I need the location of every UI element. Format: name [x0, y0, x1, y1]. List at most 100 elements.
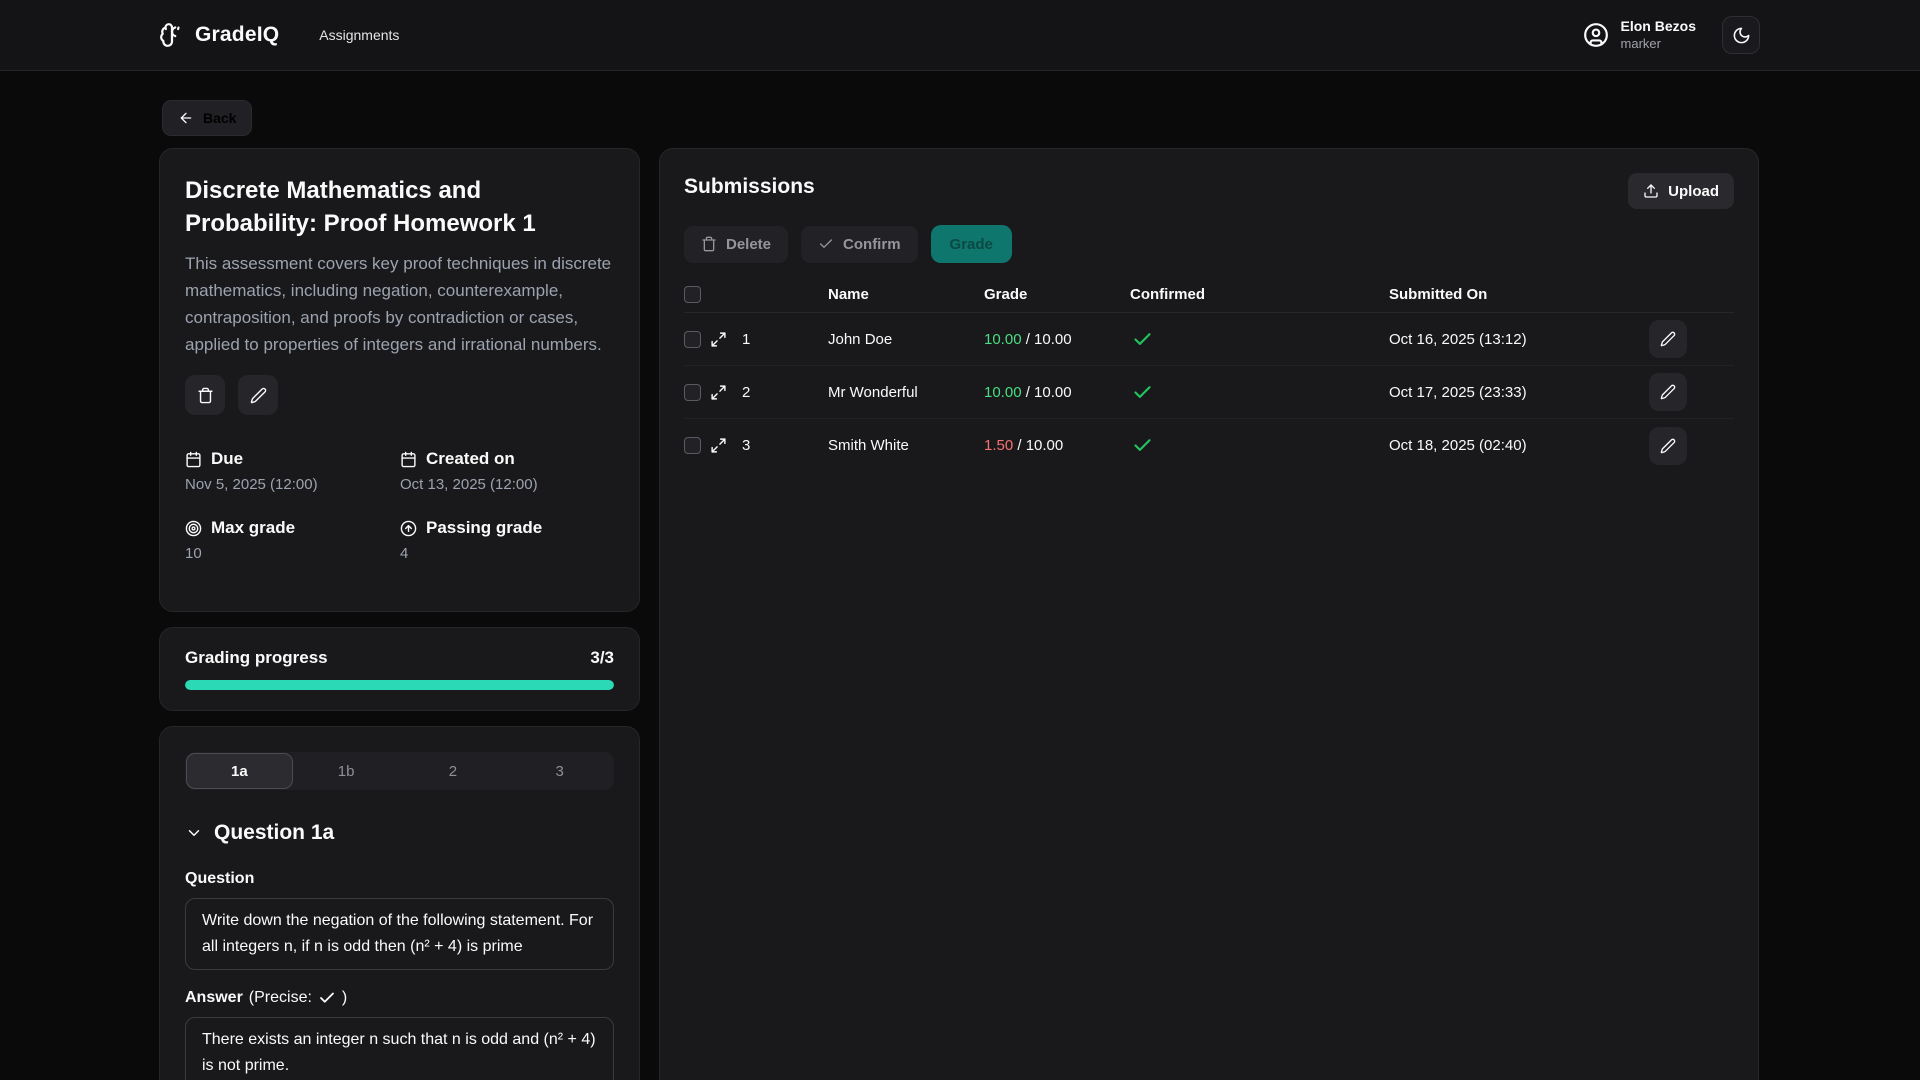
max-grade-label: Max grade — [211, 518, 295, 538]
due-label: Due — [211, 449, 243, 469]
tab-question-1b[interactable]: 1b — [293, 753, 400, 789]
max-grade-value: 10 — [185, 545, 400, 562]
user-name: Elon Bezos — [1621, 18, 1696, 36]
question-tabs: 1a 1b 2 3 — [185, 752, 614, 790]
expand-submission-button[interactable] — [710, 384, 742, 401]
edit-submission-button[interactable] — [1649, 373, 1687, 411]
expand-submission-button[interactable] — [710, 437, 742, 454]
passing-grade-label: Passing grade — [426, 518, 542, 538]
question-heading[interactable]: Question 1a — [185, 821, 614, 845]
target-icon — [185, 520, 202, 537]
answer-label: Answer (Precise: ) — [185, 989, 614, 1007]
confirmed-check-icon — [1130, 435, 1389, 456]
row-name: John Doe — [828, 331, 984, 348]
theme-toggle-button[interactable] — [1722, 16, 1760, 54]
pencil-icon — [1660, 384, 1676, 400]
created-detail: Created on Oct 13, 2025 (12:00) — [400, 449, 614, 493]
row-grade: 10.00 / 10.00 — [984, 384, 1130, 401]
grading-progress-card: Grading progress 3/3 — [159, 627, 640, 711]
confirmed-check-icon — [1130, 329, 1389, 350]
row-index: 1 — [742, 331, 828, 348]
table-row: 2 Mr Wonderful 10.00 / 10.00 Oct 17, 202… — [684, 366, 1734, 419]
navbar-right: Elon Bezos marker — [1583, 16, 1760, 54]
row-grade: 10.00 / 10.00 — [984, 331, 1130, 348]
user-block: Elon Bezos marker — [1621, 18, 1696, 52]
trash-icon — [197, 387, 214, 404]
delete-submissions-button[interactable]: Delete — [684, 226, 788, 263]
table-row: 1 John Doe 10.00 / 10.00 Oct 16, 2025 (1… — [684, 313, 1734, 366]
column-header-confirmed: Confirmed — [1130, 286, 1389, 303]
tab-question-2[interactable]: 2 — [400, 753, 507, 789]
row-submitted: Oct 18, 2025 (02:40) — [1389, 437, 1639, 454]
chevron-down-icon — [185, 824, 203, 842]
expand-icon — [710, 331, 742, 348]
due-value: Nov 5, 2025 (12:00) — [185, 476, 400, 493]
expand-submission-button[interactable] — [710, 331, 742, 348]
assignment-title: Discrete Mathematics and Probability: Pr… — [185, 174, 614, 240]
question-label: Question — [185, 870, 614, 888]
edit-submission-button[interactable] — [1649, 427, 1687, 465]
row-index: 2 — [742, 384, 828, 401]
row-submitted: Oct 16, 2025 (13:12) — [1389, 331, 1639, 348]
select-all-checkbox[interactable] — [684, 286, 701, 303]
upload-button[interactable]: Upload — [1628, 173, 1734, 209]
brand-name: GradeIQ — [195, 23, 279, 47]
calendar-icon — [185, 451, 202, 468]
pencil-icon — [1660, 331, 1676, 347]
arrow-left-icon — [178, 110, 194, 126]
back-button-label: Back — [203, 110, 236, 126]
column-header-name: Name — [828, 286, 984, 303]
brand: GradeIQ — [159, 22, 279, 48]
user-role: marker — [1621, 36, 1696, 52]
check-icon — [318, 989, 336, 1007]
created-value: Oct 13, 2025 (12:00) — [400, 476, 614, 493]
confirm-submissions-button[interactable]: Confirm — [801, 226, 918, 263]
row-name: Smith White — [828, 437, 984, 454]
grading-progress-value: 3/3 — [590, 648, 614, 668]
table-row: 3 Smith White 1.50 / 10.00 Oct 18, 2025 … — [684, 419, 1734, 472]
navbar: GradeIQ Assignments Elon Bezos marker — [0, 0, 1920, 71]
answer-text-box: There exists an integer n such that n is… — [185, 1017, 614, 1080]
tab-question-1a[interactable]: 1a — [186, 753, 293, 789]
calendar-icon — [400, 451, 417, 468]
delete-assignment-button[interactable] — [185, 375, 225, 415]
check-icon — [818, 236, 834, 252]
assignment-actions — [185, 375, 614, 415]
question-text-box: Write down the negation of the following… — [185, 898, 614, 970]
circle-user-icon — [1583, 22, 1609, 48]
due-detail: Due Nov 5, 2025 (12:00) — [185, 449, 400, 493]
pencil-icon — [1660, 438, 1676, 454]
tab-question-3[interactable]: 3 — [506, 753, 613, 789]
passing-grade-value: 4 — [400, 545, 614, 562]
assignment-details: Due Nov 5, 2025 (12:00) Created on Oct 1… — [185, 449, 614, 562]
row-checkbox[interactable] — [684, 384, 701, 401]
row-submitted: Oct 17, 2025 (23:33) — [1389, 384, 1639, 401]
row-index: 3 — [742, 437, 828, 454]
column-header-grade: Grade — [984, 286, 1130, 303]
upload-icon — [1643, 183, 1659, 199]
nav-item-assignments[interactable]: Assignments — [319, 27, 399, 43]
assignment-description: This assessment covers key proof techniq… — [185, 250, 614, 358]
confirmed-check-icon — [1130, 382, 1389, 403]
submissions-table: Name Grade Confirmed Submitted On 1 John… — [684, 277, 1734, 472]
edit-submission-button[interactable] — [1649, 320, 1687, 358]
progress-bar-track — [185, 680, 614, 690]
brain-icon — [159, 22, 185, 48]
row-checkbox[interactable] — [684, 331, 701, 348]
submissions-card: Submissions Upload Delete — [659, 148, 1759, 1080]
edit-assignment-button[interactable] — [238, 375, 278, 415]
row-grade: 1.50 / 10.00 — [984, 437, 1130, 454]
question-heading-text: Question 1a — [214, 821, 334, 845]
row-checkbox[interactable] — [684, 437, 701, 454]
grading-progress-label: Grading progress — [185, 648, 328, 668]
trash-icon — [701, 236, 717, 252]
pencil-icon — [250, 387, 267, 404]
table-header: Name Grade Confirmed Submitted On — [684, 277, 1734, 313]
question-card: 1a 1b 2 3 Question 1a Question Write dow… — [159, 726, 640, 1080]
moon-icon — [1732, 26, 1751, 45]
grade-button[interactable]: Grade — [931, 225, 1012, 263]
progress-bar-fill — [185, 680, 614, 690]
max-grade-detail: Max grade 10 — [185, 518, 400, 562]
back-button[interactable]: Back — [162, 100, 252, 136]
assignment-card: Discrete Mathematics and Probability: Pr… — [159, 148, 640, 612]
